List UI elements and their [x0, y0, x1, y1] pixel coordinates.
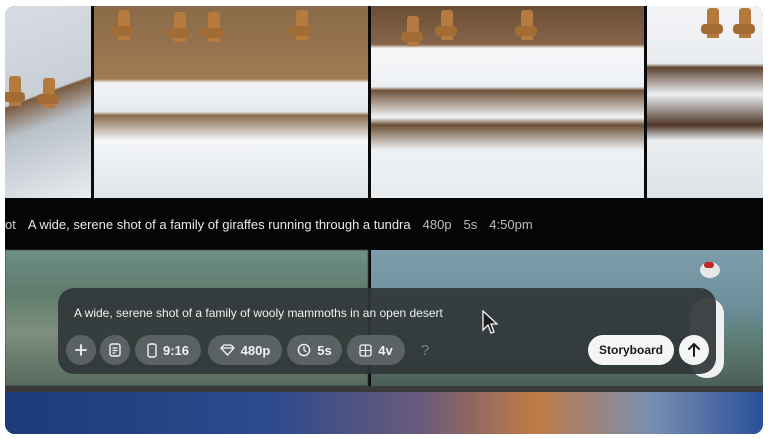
giraffe-figure	[701, 8, 723, 38]
giraffe-figure	[401, 16, 423, 46]
caption-cut-text: ot	[5, 216, 16, 232]
giraffe-figure	[112, 10, 134, 40]
clock-icon	[297, 343, 311, 357]
video-thumbnail[interactable]	[5, 6, 91, 198]
help-label: ?	[420, 341, 430, 359]
caption-duration: 5s	[463, 216, 478, 232]
video-thumbnail-strip	[5, 6, 763, 198]
prompt-composer: A wide, serene shot of a family of wooly…	[58, 288, 716, 374]
caption-time: 4:50pm	[489, 216, 533, 232]
giraffe-figure	[202, 12, 224, 42]
caption-prompt-text: A wide, serene shot of a family of giraf…	[27, 216, 411, 232]
giraffe-figure	[37, 78, 59, 108]
resolution-label: 480p	[240, 342, 271, 358]
video-caption-bar: ot A wide, serene shot of a family of gi…	[5, 198, 763, 250]
aspect-ratio-button[interactable]: 9:16	[135, 335, 201, 365]
storyboard-button[interactable]: Storyboard	[588, 335, 674, 365]
storyboard-label: Storyboard	[598, 343, 663, 357]
submit-button[interactable]	[679, 335, 709, 365]
giraffe-figure	[435, 10, 457, 40]
giraffe-figure	[515, 10, 537, 40]
duration-label: 5s	[317, 342, 332, 358]
aspect-ratio-label: 9:16	[162, 342, 190, 358]
giraffe-figure	[733, 8, 755, 38]
duration-button[interactable]: 5s	[287, 335, 342, 365]
document-icon	[109, 343, 121, 357]
variations-button[interactable]: 4v	[347, 335, 405, 365]
arrow-up-icon	[688, 343, 700, 357]
giraffe-figure	[168, 12, 190, 42]
mouse-pointer-icon	[482, 310, 498, 334]
prompt-input[interactable]: A wide, serene shot of a family of wooly…	[74, 306, 443, 320]
bottom-gradient-strip	[5, 386, 763, 434]
plus-icon	[75, 344, 87, 356]
video-thumbnail[interactable]	[647, 6, 763, 198]
help-button[interactable]: ?	[410, 335, 440, 365]
video-thumbnail[interactable]	[371, 6, 644, 198]
resolution-button[interactable]: 480p	[208, 335, 282, 365]
giraffe-figure	[290, 10, 312, 40]
caption-resolution: 480p	[422, 216, 452, 232]
video-thumbnail[interactable]	[94, 6, 368, 198]
grid-icon	[359, 343, 372, 357]
preset-button[interactable]	[100, 335, 130, 365]
giraffe-figure	[5, 76, 25, 106]
variations-label: 4v	[378, 342, 393, 358]
add-button[interactable]	[66, 335, 96, 365]
phone-portrait-icon	[147, 342, 157, 358]
diamond-icon	[220, 344, 235, 356]
